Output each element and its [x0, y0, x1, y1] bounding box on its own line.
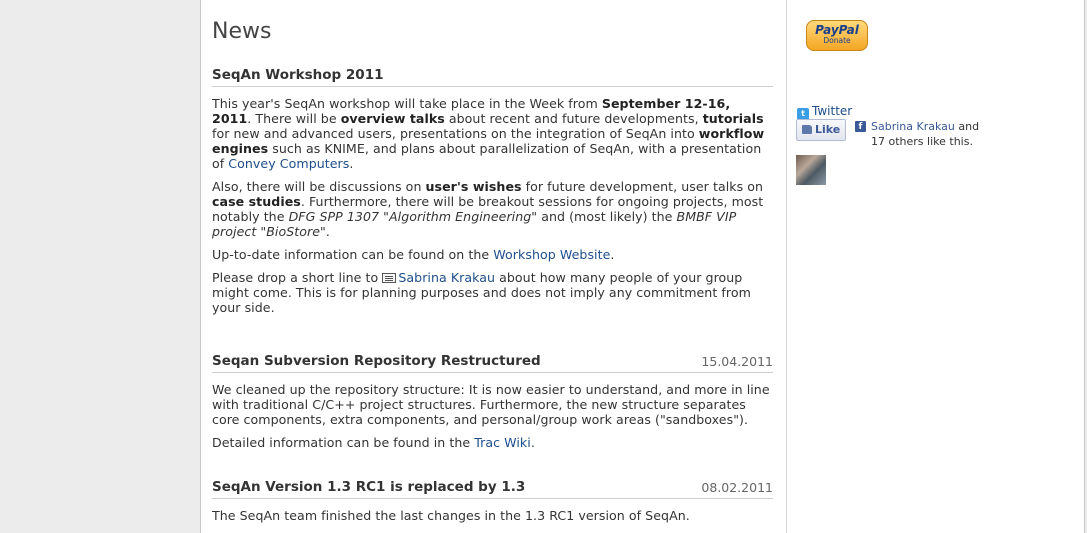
- article-header: SeqAn Version 1.3 RC1 is replaced by 1.3…: [212, 479, 773, 499]
- twitter-label: Twitter: [812, 104, 853, 118]
- facebook-fan-avatar[interactable]: [796, 155, 826, 185]
- news-article: Seqan Subversion Repository Restructured…: [212, 353, 773, 450]
- text: .: [610, 247, 615, 262]
- text: Please drop a short line to: [212, 270, 383, 285]
- text: Up-to-date information can be found on t…: [212, 247, 494, 262]
- article-paragraph: We cleaned up the repository structure: …: [212, 382, 770, 427]
- twitter-link[interactable]: t Twitter: [797, 104, 852, 120]
- convey-computers-link[interactable]: Convey Computers: [228, 156, 349, 171]
- mail-icon[interactable]: [382, 273, 397, 283]
- facebook-liker-link[interactable]: Sabrina Krakau: [871, 120, 955, 133]
- like-label: Like: [815, 123, 841, 136]
- article-header: Seqan Subversion Repository Restructured…: [212, 353, 773, 373]
- main-content: News SeqAn Workshop 2011 This year's Seq…: [201, 0, 787, 533]
- text: and (most likely) the: [537, 209, 677, 224]
- article-title: SeqAn Version 1.3 RC1 is replaced by 1.3: [212, 479, 526, 495]
- article-paragraph: Also, there will be discussions on user'…: [212, 179, 773, 239]
- text: This year's SeqAn workshop will take pla…: [212, 96, 602, 111]
- article-paragraph: Detailed information can be found in the…: [212, 435, 773, 450]
- article-header: SeqAn Workshop 2011: [212, 67, 773, 87]
- bold-text: tutorials: [702, 111, 764, 126]
- page-title: News: [212, 19, 272, 44]
- bold-text: user's wishes: [425, 179, 522, 194]
- news-article: SeqAn Version 1.3 RC1 is replaced by 1.3…: [212, 479, 773, 523]
- news-article: SeqAn Workshop 2011 This year's SeqAn wo…: [212, 67, 773, 315]
- sidebar: PayPal Donate t Twitter Like f Sabrina Kr…: [787, 0, 1084, 533]
- facebook-social-text: Sabrina Krakau and 17 others like this.: [871, 119, 991, 149]
- text: .: [349, 156, 354, 171]
- facebook-icon: f: [855, 121, 866, 132]
- thumbs-up-icon: [802, 125, 812, 134]
- article-date: 15.04.2011: [701, 354, 773, 369]
- article-paragraph: The SeqAn team finished the last changes…: [212, 508, 690, 523]
- bold-text: case studies: [212, 194, 301, 209]
- article-paragraph: This year's SeqAn workshop will take pla…: [212, 96, 773, 171]
- paypal-logo: PayPal: [815, 23, 859, 37]
- sabrina-krakau-email-link[interactable]: Sabrina Krakau: [398, 270, 495, 285]
- text: for future development, user talks on: [521, 179, 764, 194]
- article-date: 08.02.2011: [701, 480, 773, 495]
- paypal-donate-button[interactable]: PayPal Donate: [806, 20, 868, 51]
- trac-wiki-link[interactable]: Trac Wiki: [474, 435, 531, 450]
- article-body: We cleaned up the repository structure: …: [212, 382, 773, 450]
- text: Detailed information can be found in the: [212, 435, 475, 450]
- article-body: This year's SeqAn workshop will take pla…: [212, 96, 773, 315]
- text: about recent and future developments,: [444, 111, 703, 126]
- article-paragraph: Please drop a short line to Sabrina Krak…: [212, 270, 773, 315]
- article-title: SeqAn Workshop 2011: [212, 67, 384, 83]
- text: Also, there will be discussions on: [212, 179, 426, 194]
- article-title: Seqan Subversion Repository Restructured: [212, 353, 541, 369]
- article-paragraph: Up-to-date information can be found on t…: [212, 247, 773, 262]
- donate-label: Donate: [823, 36, 851, 45]
- workshop-website-link[interactable]: Workshop Website: [493, 247, 610, 262]
- facebook-like-button[interactable]: Like: [796, 119, 846, 141]
- text: .: [530, 435, 535, 450]
- article-body: The SeqAn team finished the last changes…: [212, 508, 773, 523]
- italic-text: DFG SPP 1307 "Algorithm Engineering": [288, 209, 538, 224]
- page-container: News SeqAn Workshop 2011 This year's Seq…: [200, 0, 1085, 533]
- text: .: [325, 224, 330, 239]
- bold-text: overview talks: [340, 111, 445, 126]
- text: for new and advanced users, presentation…: [212, 126, 699, 141]
- text: . There will be: [247, 111, 341, 126]
